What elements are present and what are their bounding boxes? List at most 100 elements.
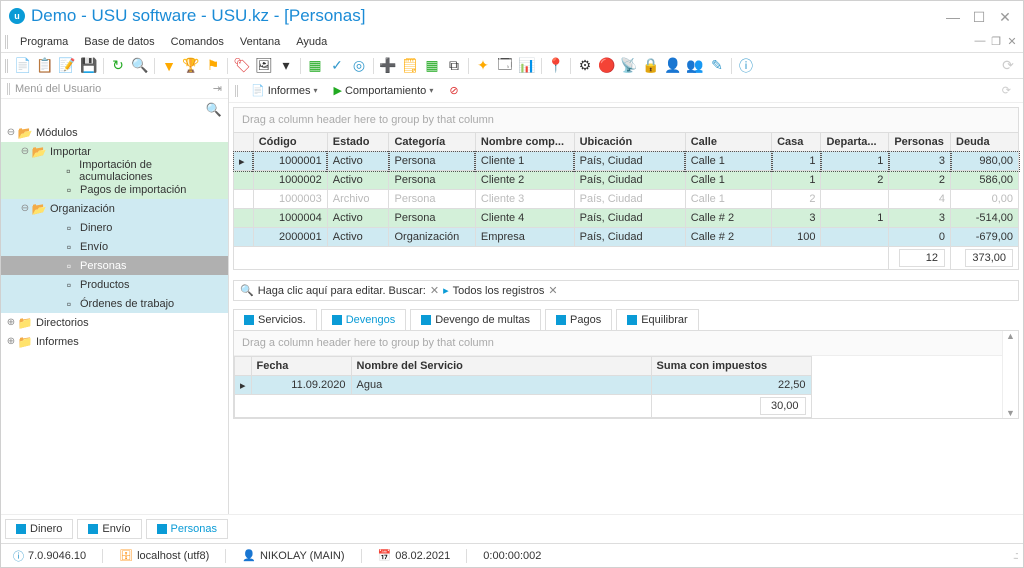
table-cell[interactable]: País, Ciudad: [574, 209, 685, 228]
twist-icon[interactable]: ⊕: [5, 336, 17, 347]
twist-icon[interactable]: ⊖: [19, 146, 31, 157]
toolbar-more-icon[interactable]: ⟳: [998, 56, 1018, 76]
resize-grip-icon[interactable]: ..::: [1013, 550, 1017, 562]
table-cell[interactable]: País, Ciudad: [574, 152, 685, 171]
column-header[interactable]: Categoría: [389, 133, 475, 152]
table-cell[interactable]: Calle 1: [685, 171, 771, 190]
table-cell[interactable]: 2: [821, 171, 889, 190]
table-cell[interactable]: Archivo: [327, 190, 389, 209]
toolbar-edit-icon[interactable]: 📝: [57, 56, 77, 76]
table-cell[interactable]: 3: [889, 152, 951, 171]
column-header[interactable]: Personas: [889, 133, 951, 152]
toolbar-wand-icon[interactable]: ✎: [707, 56, 727, 76]
table-cell[interactable]: 586,00: [951, 171, 1019, 190]
table-cell[interactable]: Cliente 3: [475, 190, 574, 209]
toolbar-table-icon[interactable]: ⧉: [444, 56, 464, 76]
window-tab[interactable]: Dinero: [5, 519, 73, 539]
table-cell[interactable]: 0: [889, 228, 951, 247]
tree-item[interactable]: ▫Envío: [1, 237, 228, 256]
column-header[interactable]: Estado: [327, 133, 389, 152]
column-header[interactable]: Deuda: [951, 133, 1019, 152]
detail-tab[interactable]: Devengo de multas: [410, 309, 541, 330]
column-header[interactable]: Fecha: [251, 357, 351, 376]
detail-grid[interactable]: FechaNombre del ServicioSuma con impuest…: [234, 356, 812, 418]
table-cell[interactable]: Activo: [327, 209, 389, 228]
filter-all-clear-icon[interactable]: ✕: [548, 284, 557, 297]
close-button[interactable]: ✕: [995, 9, 1015, 23]
menu-base-de-datos[interactable]: Base de datos: [76, 34, 162, 50]
group-hint[interactable]: Drag a column header here to group by th…: [233, 107, 1019, 132]
column-header[interactable]: Suma con impuestos: [651, 357, 811, 376]
toolbar-star-icon[interactable]: ✦: [473, 56, 493, 76]
detail-tab[interactable]: Devengos: [321, 309, 407, 330]
tree-item[interactable]: ▫Personas: [1, 256, 228, 275]
filter-bar[interactable]: 🔍 Haga clic aquí para editar. Buscar: ✕ …: [233, 280, 1019, 301]
tree-item[interactable]: ⊕📁Informes: [1, 332, 228, 351]
toolbar-target-icon[interactable]: ◎: [349, 56, 369, 76]
toolbar-window-icon[interactable]: 🗔: [495, 56, 515, 76]
table-cell[interactable]: 100: [772, 228, 821, 247]
mdi-close-button[interactable]: ✕: [1005, 35, 1019, 49]
tree-item[interactable]: ▫Pagos de importación: [1, 180, 228, 199]
table-cell[interactable]: 22,50: [651, 376, 811, 395]
toolbar-color-icon[interactable]: 🔴: [597, 56, 617, 76]
toolbar-add-icon[interactable]: ➕: [378, 56, 398, 76]
table-cell[interactable]: Persona: [389, 190, 475, 209]
menu-comandos[interactable]: Comandos: [163, 34, 232, 50]
mdi-minimize-button[interactable]: —: [973, 35, 987, 49]
mdi-restore-button[interactable]: ❐: [989, 35, 1003, 49]
table-cell[interactable]: Calle 1: [685, 190, 771, 209]
toolbar-grid-icon[interactable]: ▦: [305, 56, 325, 76]
table-row[interactable]: 1000003ArchivoPersonaCliente 3País, Ciud…: [234, 190, 1019, 209]
subgrid-group-hint[interactable]: Drag a column header here to group by th…: [234, 331, 1002, 356]
toolbar-pin-icon[interactable]: 📍: [546, 56, 566, 76]
vertical-scrollbar[interactable]: ▲ ▼: [1002, 331, 1018, 418]
column-header[interactable]: Departa...: [821, 133, 889, 152]
toolbar-users-icon[interactable]: 👥: [685, 56, 705, 76]
column-header[interactable]: Ubicación: [574, 133, 685, 152]
table-row[interactable]: 1000004ActivoPersonaCliente 4País, Ciuda…: [234, 209, 1019, 228]
twist-icon[interactable]: ⊖: [5, 127, 17, 138]
tree-item[interactable]: ▫Órdenes de trabajo: [1, 294, 228, 313]
behavior-button[interactable]: ▶ Comportamiento ▾: [328, 82, 440, 99]
toolbar-chart-icon[interactable]: 📊: [517, 56, 537, 76]
tree-item[interactable]: ⊖📂Módulos: [1, 123, 228, 142]
toolbar-open-icon[interactable]: 📋: [35, 56, 55, 76]
stop-button[interactable]: ⊘: [443, 82, 467, 99]
column-header[interactable]: Código: [253, 133, 327, 152]
table-cell[interactable]: Agua: [351, 376, 651, 395]
detail-tab[interactable]: Servicios.: [233, 309, 317, 330]
toolbar-trophy-icon[interactable]: 🏆: [181, 56, 201, 76]
table-cell[interactable]: Calle # 2: [685, 228, 771, 247]
table-cell[interactable]: 2000001: [253, 228, 327, 247]
tree-item[interactable]: ▫Productos: [1, 275, 228, 294]
table-row[interactable]: ▸1000001ActivoPersonaCliente 1País, Ciud…: [234, 152, 1019, 171]
table-cell[interactable]: 11.09.2020: [251, 376, 351, 395]
toolbar-rss-icon[interactable]: 📡: [619, 56, 639, 76]
table-cell[interactable]: -514,00: [951, 209, 1019, 228]
toolbar-check-icon[interactable]: ✓: [327, 56, 347, 76]
table-cell[interactable]: Cliente 1: [475, 152, 574, 171]
table-cell[interactable]: Organización: [389, 228, 475, 247]
tree-item[interactable]: ▫Dinero: [1, 218, 228, 237]
table-cell[interactable]: País, Ciudad: [574, 190, 685, 209]
table-cell[interactable]: 1000002: [253, 171, 327, 190]
table-cell[interactable]: 0,00: [951, 190, 1019, 209]
toolbar-excel-icon[interactable]: ▦: [422, 56, 442, 76]
pin-icon[interactable]: ⇥: [213, 82, 222, 95]
row-selector[interactable]: [234, 133, 254, 152]
table-cell[interactable]: 1000001: [253, 152, 327, 171]
toolbar-save-icon[interactable]: 💾: [79, 56, 99, 76]
toolbar-new-icon[interactable]: 📄: [13, 56, 33, 76]
column-header[interactable]: Nombre del Servicio: [351, 357, 651, 376]
table-cell[interactable]: 1000004: [253, 209, 327, 228]
tree-item[interactable]: ⊕📁Directorios: [1, 313, 228, 332]
table-cell[interactable]: 980,00: [951, 152, 1019, 171]
toolbar-refresh-icon[interactable]: ↻: [108, 56, 128, 76]
column-header[interactable]: Casa: [772, 133, 821, 152]
table-cell[interactable]: [821, 190, 889, 209]
twist-icon[interactable]: ⊕: [5, 317, 17, 328]
table-cell[interactable]: País, Ciudad: [574, 171, 685, 190]
twist-icon[interactable]: ⊖: [19, 203, 31, 214]
menu-ayuda[interactable]: Ayuda: [288, 34, 335, 50]
